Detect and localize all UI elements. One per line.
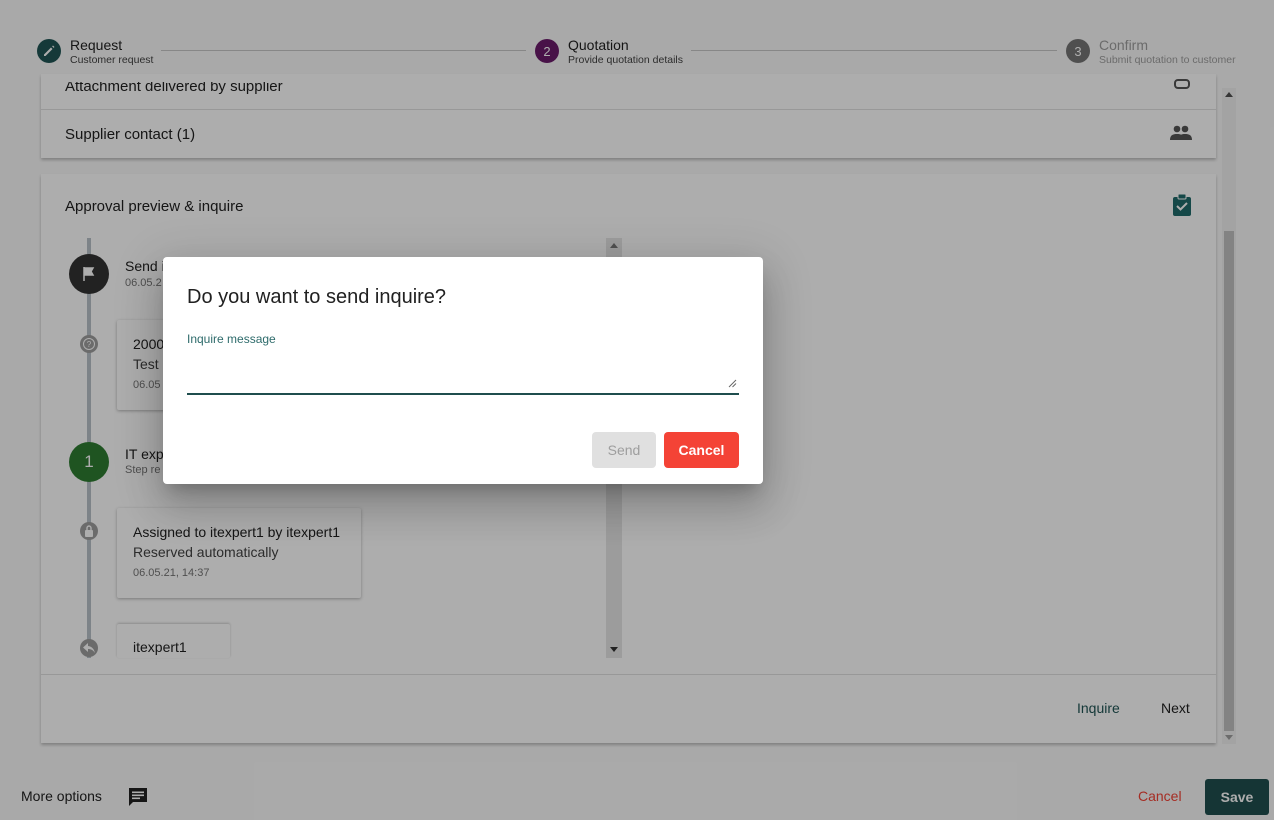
resize-handle-icon[interactable] — [728, 379, 737, 388]
inquire-message-input[interactable] — [187, 349, 739, 395]
inquire-dialog: Do you want to send inquire? Inquire mes… — [163, 257, 763, 484]
dialog-cancel-button[interactable]: Cancel — [664, 432, 739, 468]
dialog-title: Do you want to send inquire? — [187, 286, 447, 308]
send-button[interactable]: Send — [592, 432, 656, 468]
inquire-message-label: Inquire message — [187, 332, 276, 346]
